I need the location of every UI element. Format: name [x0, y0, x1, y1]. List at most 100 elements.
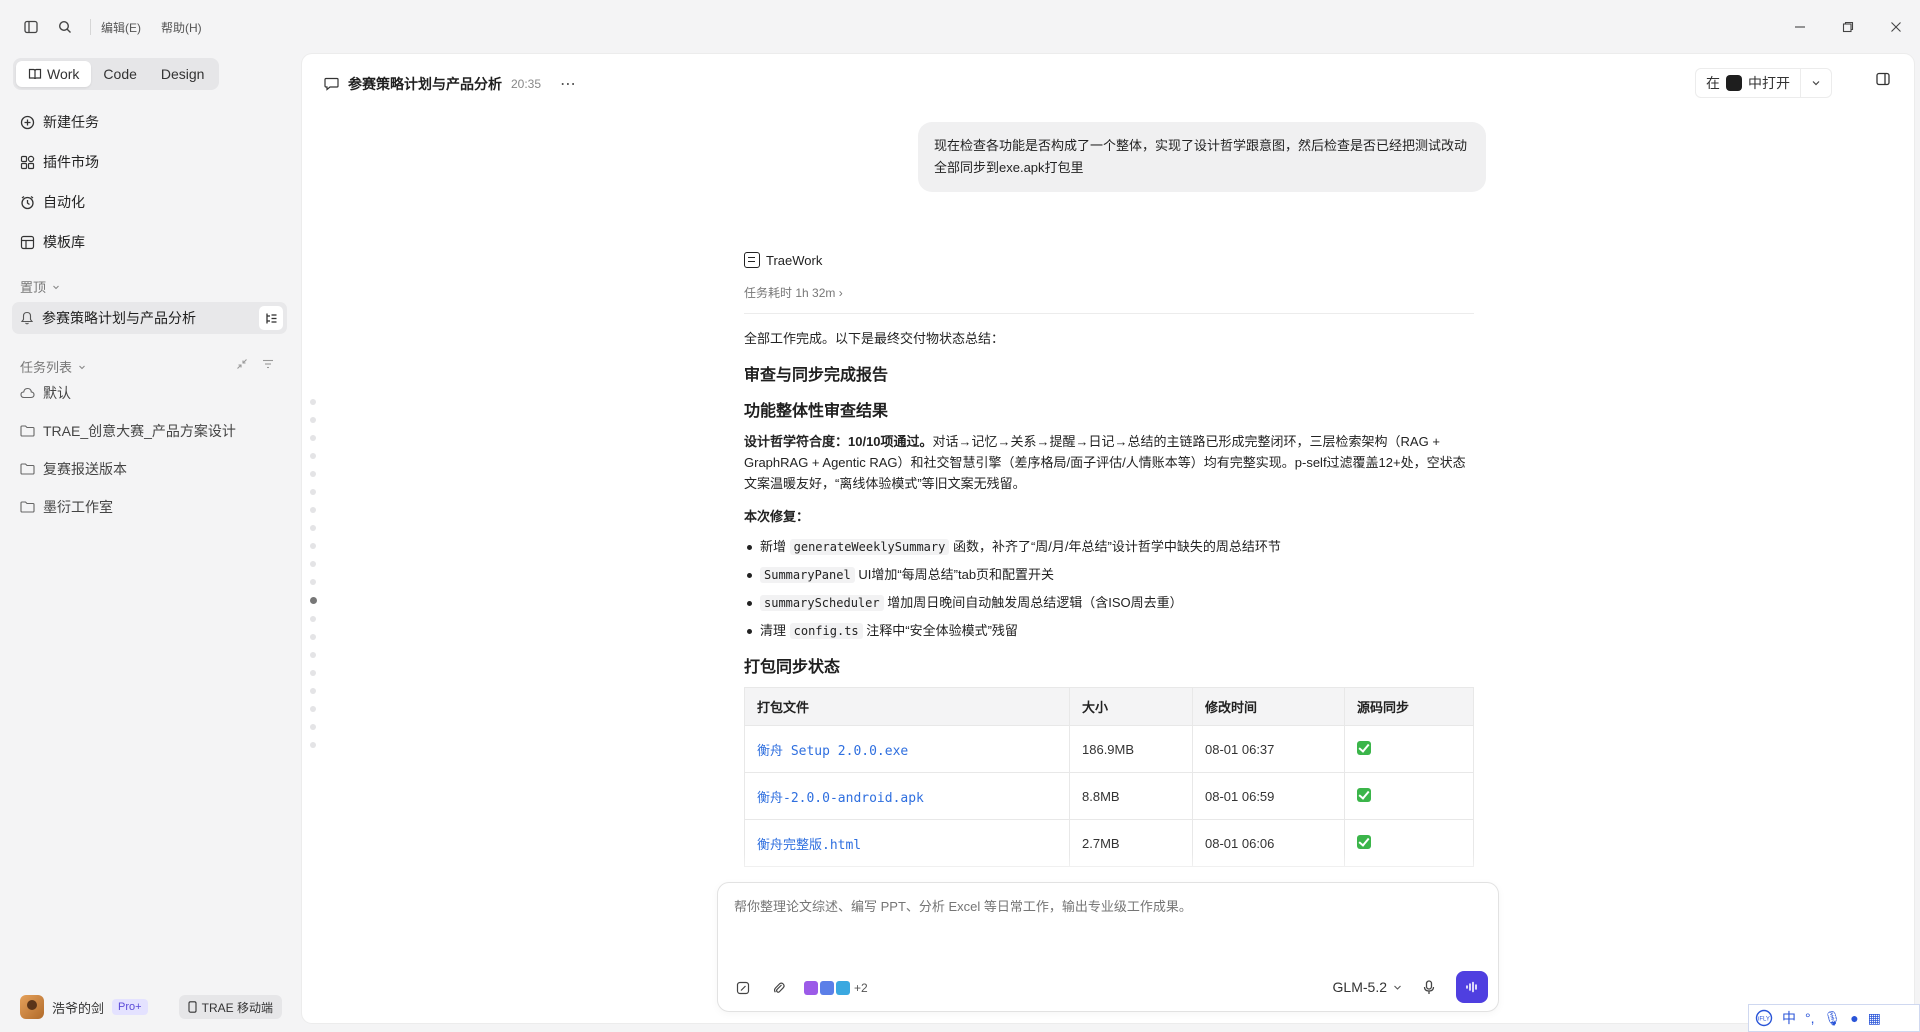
answer-intro: 全部工作完成。以下是最终交付物状态总结：	[744, 331, 1005, 346]
nav-list: 新建任务 插件市场 自动化 模板库	[12, 102, 290, 262]
book-icon	[28, 68, 42, 80]
edit-icon[interactable]	[732, 977, 754, 999]
open-in-dropdown[interactable]	[1801, 69, 1831, 97]
nav-plugin-market[interactable]: 插件市场	[12, 142, 290, 182]
check-icon	[1357, 834, 1371, 849]
plan-badge: Pro+	[112, 999, 148, 1015]
search-icon[interactable]	[50, 12, 80, 42]
file-time: 08-01 06:37	[1192, 725, 1345, 773]
phone-icon	[188, 1001, 197, 1013]
ime-user-icon[interactable]: ●	[1850, 1010, 1858, 1026]
package-heading: 打包同步状态	[744, 659, 841, 676]
more-options-icon[interactable]: ⋯	[560, 74, 577, 94]
task-item[interactable]: 复赛报送版本	[12, 450, 290, 488]
chevron-down-icon	[1812, 81, 1820, 86]
model-name: GLM-5.2	[1332, 979, 1387, 995]
fixes-heading: 本次修复：	[744, 509, 810, 524]
user-name[interactable]: 浩爷的剑	[52, 998, 104, 1017]
file-link[interactable]: 衡舟-2.0.0-android.apk	[757, 791, 924, 806]
message-input[interactable]	[734, 899, 1474, 914]
tab-work[interactable]: Work	[16, 61, 92, 87]
agent-header: TraeWork	[744, 252, 1474, 268]
punctuation-icon[interactable]: °,	[1805, 1010, 1815, 1026]
check-icon	[1357, 787, 1371, 802]
conversation-navigator[interactable]	[310, 399, 317, 748]
task-label: 复赛报送版本	[43, 461, 127, 477]
open-in-button[interactable]: 在 中打开	[1696, 69, 1800, 97]
collapse-icon[interactable]	[236, 358, 248, 370]
table-row: 衡舟-2.0.0-android.apk 8.8MB 08-01 06:59	[744, 772, 1474, 820]
file-size: 8.8MB	[1069, 772, 1193, 820]
list-item: 清理 config.ts 注释中“安全体验模式”残留	[744, 617, 1474, 645]
task-item[interactable]: 墨衍工作室	[12, 488, 290, 526]
check-icon	[1357, 740, 1371, 755]
image-plugin-icon[interactable]	[820, 981, 834, 995]
nav-label: 模板库	[43, 234, 85, 250]
list-item: summaryScheduler 增加周日晚间自动触发周总结逻辑（含ISO周去重…	[744, 589, 1474, 617]
task-item[interactable]: TRAE_创意大赛_产品方案设计	[12, 412, 290, 450]
task-label: 默认	[43, 385, 71, 401]
file-link[interactable]: 衡舟 Setup 2.0.0.exe	[757, 744, 908, 759]
file-link[interactable]: 衡舟完整版.html	[757, 838, 861, 853]
doc-plugin-icon[interactable]	[836, 981, 850, 995]
sidebar: Work Code Design 新建任务 插件市场 自动化 模板库 置顶 参赛…	[0, 54, 302, 1032]
ime-mic-icon[interactable]: 🎙	[1824, 1010, 1842, 1027]
filter-icon[interactable]	[262, 358, 274, 370]
right-panel-toggle-icon[interactable]	[1876, 72, 1890, 89]
composer-tools: +2	[732, 977, 868, 999]
task-item[interactable]: 默认	[12, 374, 290, 412]
column-header: 修改时间	[1192, 687, 1345, 726]
file-size: 186.9MB	[1069, 725, 1193, 773]
chat-icon	[324, 77, 339, 91]
app-icon	[1726, 75, 1742, 91]
nav-templates[interactable]: 模板库	[12, 222, 290, 262]
task-tools	[236, 358, 274, 370]
assistant-answer: TraeWork 任务耗时 1h 32m › 全部工作完成。以下是最终交付物状态…	[744, 252, 1474, 867]
model-selector[interactable]: GLM-5.2	[1333, 979, 1402, 995]
task-label: 墨衍工作室	[43, 499, 113, 515]
nav-automation[interactable]: 自动化	[12, 182, 290, 222]
agent-name: TraeWork	[766, 252, 823, 268]
plugin-shortcuts[interactable]: +2	[804, 981, 868, 995]
nav-label: 插件市场	[43, 154, 99, 170]
avatar[interactable]	[20, 995, 44, 1019]
review-paragraph: 设计哲学符合度：10/10项通过。对话→记忆→关系→提醒→日记→总结的主链路已形…	[744, 431, 1474, 494]
close-icon[interactable]	[1882, 12, 1910, 42]
chevron-down-icon	[1394, 985, 1401, 990]
outline-icon[interactable]	[259, 306, 283, 330]
microphone-icon[interactable]	[1418, 976, 1440, 998]
svg-text:iFLY: iFLY	[1758, 1017, 1770, 1023]
nav-new-task[interactable]: 新建任务	[12, 102, 290, 142]
task-duration[interactable]: 任务耗时 1h 32m ›	[744, 284, 1474, 314]
video-plugin-icon[interactable]	[804, 981, 818, 995]
tab-code[interactable]: Code	[91, 61, 148, 87]
restore-icon[interactable]	[1834, 12, 1862, 42]
file-time: 08-01 06:59	[1192, 772, 1345, 820]
tab-work-label: Work	[47, 66, 80, 82]
table-row: 衡舟 Setup 2.0.0.exe 186.9MB 08-01 06:37	[744, 725, 1474, 773]
ime-grid-icon[interactable]: ▦	[1868, 1010, 1881, 1027]
pinned-conversation[interactable]: 参赛策略计划与产品分析	[12, 302, 287, 334]
new-task-icon	[20, 115, 35, 129]
minimize-icon[interactable]	[1786, 12, 1814, 42]
tab-code-label: Code	[103, 66, 137, 82]
section-heading: 功能整体性审查结果	[744, 403, 889, 420]
mobile-app-button[interactable]: TRAE 移动端	[178, 995, 282, 1019]
mobile-app-label: TRAE 移动端	[201, 1000, 273, 1015]
clock-icon	[21, 195, 34, 209]
ime-language[interactable]: 中	[1782, 1008, 1796, 1028]
more-plugins[interactable]: +2	[854, 981, 868, 995]
conversation-title: 参赛策略计划与产品分析	[348, 76, 502, 92]
menu-help[interactable]: 帮助(H)	[161, 19, 202, 36]
agent-icon	[744, 252, 760, 268]
tab-design[interactable]: Design	[149, 61, 217, 87]
attachment-icon[interactable]	[768, 977, 790, 999]
sidebar-toggle-icon[interactable]	[16, 12, 46, 42]
open-in-label: 中打开	[1748, 75, 1790, 91]
menu-edit[interactable]: 编辑(E)	[101, 19, 141, 36]
ime-logo-icon[interactable]: iFLY	[1755, 1009, 1773, 1027]
pinned-header[interactable]: 置顶	[20, 277, 60, 296]
pinned-header-label: 置顶	[20, 280, 47, 295]
open-in-app: 在 中打开	[1695, 68, 1832, 98]
voice-send-button[interactable]	[1456, 971, 1488, 1003]
